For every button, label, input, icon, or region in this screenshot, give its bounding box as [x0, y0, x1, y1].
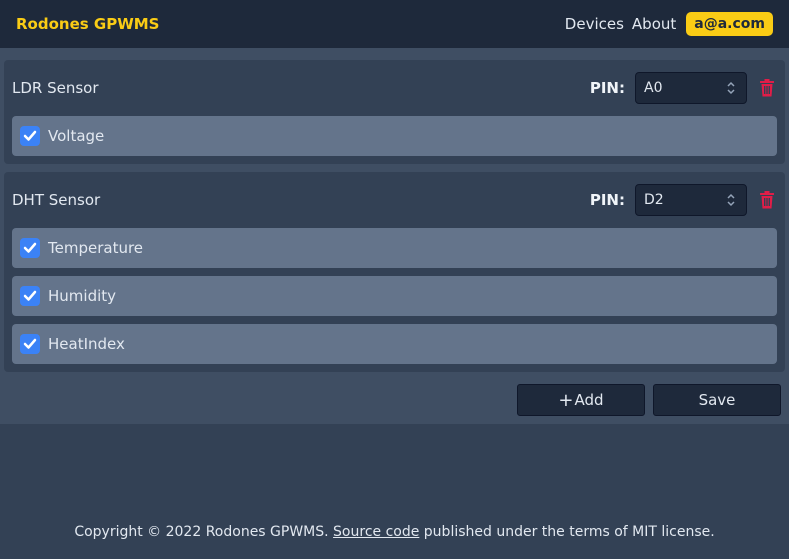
add-sensor-button[interactable]: + Add: [517, 384, 645, 416]
footer: Copyright © 2022 Rodones GPWMS. Source c…: [0, 524, 789, 540]
sensor-header: LDR Sensor PIN: A0: [4, 60, 785, 116]
user-menu-button[interactable]: a@a.com: [686, 12, 773, 36]
chevron-updown-icon: [726, 193, 736, 207]
trash-icon[interactable]: [757, 190, 777, 210]
sensor-name: LDR Sensor: [12, 79, 99, 97]
measurement-label: HeatIndex: [48, 335, 125, 353]
checkbox-checked-icon[interactable]: [20, 286, 40, 306]
measurement-label: Humidity: [48, 287, 117, 305]
checkbox-checked-icon[interactable]: [20, 126, 40, 146]
measurement-row[interactable]: Temperature: [12, 228, 777, 268]
sensor-card-ldr: LDR Sensor PIN: A0 Voltage: [4, 60, 785, 164]
checkbox-checked-icon[interactable]: [20, 334, 40, 354]
sensor-name: DHT Sensor: [12, 191, 101, 209]
footer-copyright: Copyright © 2022 Rodones GPWMS.: [74, 524, 334, 540]
measurement-label: Voltage: [48, 127, 105, 145]
pin-select-value: A0: [644, 80, 663, 96]
pin-select-value: D2: [644, 192, 664, 208]
add-button-label: Add: [574, 391, 604, 409]
brand-logo[interactable]: Rodones GPWMS: [16, 15, 159, 33]
sensor-card-dht: DHT Sensor PIN: D2 Temperature Humidity: [4, 172, 785, 372]
nav-links: Devices About a@a.com: [565, 12, 773, 36]
pin-label: PIN:: [589, 191, 625, 209]
nav-link-about[interactable]: About: [632, 15, 676, 33]
save-button[interactable]: Save: [653, 384, 781, 416]
sensor-header: DHT Sensor PIN: D2: [4, 172, 785, 228]
checkbox-checked-icon[interactable]: [20, 238, 40, 258]
measurement-row[interactable]: Humidity: [12, 276, 777, 316]
measurement-row[interactable]: HeatIndex: [12, 324, 777, 364]
measurement-label: Temperature: [48, 239, 144, 257]
sensor-config-panel: LDR Sensor PIN: A0 Voltage DHT Sensor PI…: [0, 48, 789, 424]
navbar: Rodones GPWMS Devices About a@a.com: [0, 0, 789, 48]
pin-select[interactable]: A0: [635, 72, 747, 104]
nav-link-devices[interactable]: Devices: [565, 15, 624, 33]
pin-select[interactable]: D2: [635, 184, 747, 216]
chevron-updown-icon: [726, 81, 736, 95]
plus-icon: +: [558, 389, 574, 411]
pin-label: PIN:: [589, 79, 625, 97]
footer-license: published under the terms of MIT license…: [419, 524, 715, 540]
source-code-link[interactable]: Source code: [333, 524, 419, 540]
measurement-row[interactable]: Voltage: [12, 116, 777, 156]
trash-icon[interactable]: [757, 78, 777, 98]
